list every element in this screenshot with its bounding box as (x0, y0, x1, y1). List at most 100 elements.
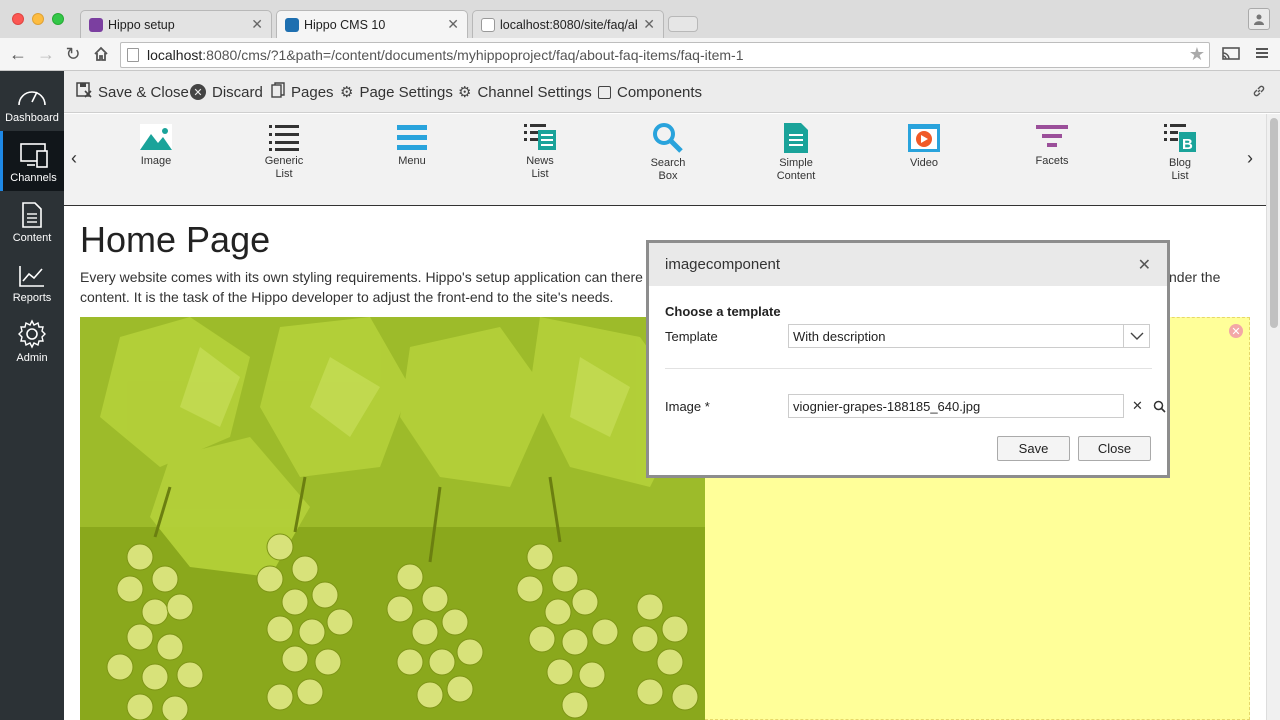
hippo-favicon-icon (285, 17, 299, 32)
sidebar-item-content[interactable]: Content (0, 191, 64, 251)
maximize-window-icon[interactable] (52, 13, 64, 25)
component-menu[interactable]: Menu (372, 122, 452, 168)
new-tab-button[interactable] (668, 16, 698, 32)
facets-icon (1036, 125, 1068, 147)
component-label: Image (140, 155, 172, 167)
page-scrollbar[interactable] (1266, 114, 1280, 720)
blog-list-icon: B (1164, 124, 1196, 153)
save-close-label: Save & Close (98, 83, 189, 101)
component-label: Video (910, 157, 938, 169)
back-arrow-icon[interactable]: ← (6, 42, 30, 66)
close-tab-icon[interactable]: ✕ (251, 16, 263, 33)
tab-title: Hippo setup (108, 17, 175, 32)
chevron-right-icon[interactable]: › (1247, 148, 1253, 169)
news-list-icon (524, 124, 556, 150)
address-bar[interactable]: localhost:8080/cms/?1&path=/content/docu… (120, 42, 1210, 68)
pages-icon (271, 82, 285, 102)
image-icon (140, 124, 172, 150)
component-label-line2: Content (776, 170, 816, 182)
divider (665, 368, 1152, 369)
template-label: Template (665, 329, 718, 344)
components-button[interactable]: Components (598, 82, 702, 102)
reload-icon[interactable]: ↻ (61, 42, 85, 66)
sidebar-item-label: Content (12, 232, 52, 244)
channel-settings-button[interactable]: ⚙ Channel Settings (458, 82, 592, 102)
url-host: localhost (147, 47, 203, 63)
gear-icon (18, 319, 46, 349)
forward-arrow-icon[interactable]: → (34, 42, 58, 66)
browser-tab[interactable]: Hippo setup ✕ (80, 10, 272, 38)
hippo-favicon-icon (89, 17, 103, 32)
cast-icon[interactable] (1221, 46, 1241, 62)
component-label: Search (650, 157, 686, 169)
dialog-header: imagecomponent (649, 243, 1167, 286)
search-icon (653, 123, 683, 153)
sidebar-item-dashboard[interactable]: Dashboard (0, 71, 64, 131)
menu-icon (397, 125, 427, 150)
component-generic-list[interactable]: Generic List (244, 122, 324, 181)
sidebar-item-admin[interactable]: Admin (0, 311, 64, 371)
bookmark-star-icon[interactable]: ★ (1189, 44, 1205, 65)
gear-icon: ⚙ (458, 84, 472, 101)
components-label: Components (617, 83, 703, 101)
browser-tab[interactable]: localhost:8080/site/faq/abo ✕ (472, 10, 664, 38)
components-icon (598, 85, 611, 99)
remove-component-icon[interactable]: ✕ (1229, 324, 1243, 338)
dialog-title: imagecomponent (665, 256, 781, 273)
component-search-box[interactable]: Search Box (628, 122, 708, 183)
url-path: :8080/cms/?1&path=/content/documents/myh… (202, 47, 744, 63)
page-settings-button[interactable]: ⚙ Page Settings (340, 82, 453, 102)
channel-settings-label: Channel Settings (477, 83, 592, 101)
close-icon[interactable]: ✕ (1138, 255, 1151, 275)
component-facets[interactable]: Facets (1012, 122, 1092, 168)
image-path-field[interactable]: viognier-grapes-188185_640.jpg (788, 394, 1124, 418)
component-image[interactable]: Image (116, 122, 196, 168)
simple-content-icon (784, 123, 808, 153)
scrollbar-thumb[interactable] (1270, 118, 1278, 328)
component-dialog: imagecomponent ✕ Choose a template Templ… (646, 240, 1170, 478)
image-label: Image * (665, 399, 710, 414)
home-icon[interactable] (89, 42, 113, 66)
discard-label: Discard (212, 83, 263, 101)
close-tab-icon[interactable]: ✕ (643, 16, 655, 33)
search-icon[interactable] (1150, 394, 1168, 418)
profile-icon[interactable] (1248, 8, 1270, 30)
save-button[interactable]: Save (997, 436, 1070, 461)
tab-title: localhost:8080/site/faq/abo (500, 17, 638, 32)
component-label: Blog (1168, 157, 1192, 169)
link-icon[interactable] (1252, 84, 1266, 101)
component-video[interactable]: Video (884, 122, 964, 170)
gear-icon: ⚙ (340, 84, 354, 101)
sidebar-item-reports[interactable]: Reports (0, 251, 64, 311)
chevron-left-icon[interactable]: ‹ (71, 148, 77, 169)
component-label: Menu (398, 155, 426, 167)
chevron-down-icon[interactable] (1123, 325, 1149, 347)
discard-button[interactable]: ✕ Discard (190, 82, 263, 102)
close-window-icon[interactable] (12, 13, 24, 25)
list-icon (269, 125, 299, 151)
template-select-value: With description (793, 328, 886, 344)
component-simple-content[interactable]: Simple Content (756, 122, 836, 183)
clear-image-icon[interactable]: ✕ (1126, 394, 1149, 418)
browser-tab-active[interactable]: Hippo CMS 10 ✕ (276, 10, 468, 38)
component-news-list[interactable]: News List (500, 122, 580, 181)
save-icon (76, 82, 92, 102)
component-label: Simple (779, 157, 813, 169)
sidebar-item-label: Channels (10, 172, 57, 184)
close-button[interactable]: Close (1078, 436, 1151, 461)
image-path-value: viognier-grapes-188185_640.jpg (793, 398, 981, 414)
sidebar-item-channels[interactable]: Channels (0, 131, 64, 191)
intro-paragraph-line1: Every website comes with its own styling… (80, 269, 643, 285)
minimize-window-icon[interactable] (32, 13, 44, 25)
close-tab-icon[interactable]: ✕ (447, 16, 459, 33)
page-icon (127, 48, 139, 62)
devices-icon (19, 143, 48, 168)
component-blog-list[interactable]: B Blog List (1140, 122, 1220, 183)
pages-button[interactable]: Pages (271, 82, 334, 102)
video-icon (908, 124, 940, 152)
template-select[interactable]: With description (788, 324, 1150, 348)
save-close-button[interactable]: Save & Close (76, 82, 189, 102)
component-label: Generic (264, 155, 304, 167)
component-label-line2: List (275, 168, 293, 180)
menu-icon[interactable] (1254, 45, 1270, 61)
